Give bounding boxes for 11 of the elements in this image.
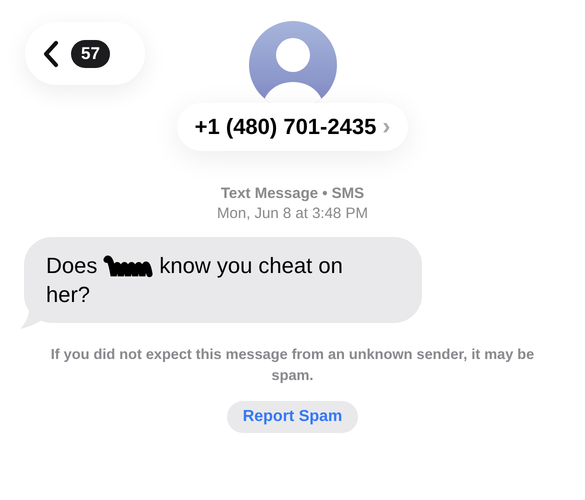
back-chevron-icon xyxy=(43,40,59,68)
unread-count-badge: 57 xyxy=(71,40,110,68)
phone-number: +1 (480) 701-2435 xyxy=(194,114,376,140)
spam-notice: If you did not expect this message from an unknown sender, it may be spam. xyxy=(50,346,536,386)
chevron: › xyxy=(382,113,390,141)
message-text: Does xyxy=(46,252,98,280)
back-button[interactable]: 57 xyxy=(25,22,145,85)
service-label: Text Message • SMS xyxy=(220,184,364,204)
message-timestamp: Mon, Jun 8 at 3:48 PM xyxy=(217,204,368,224)
message-text: know you cheat on xyxy=(159,252,343,280)
message-text: her? xyxy=(46,281,90,309)
